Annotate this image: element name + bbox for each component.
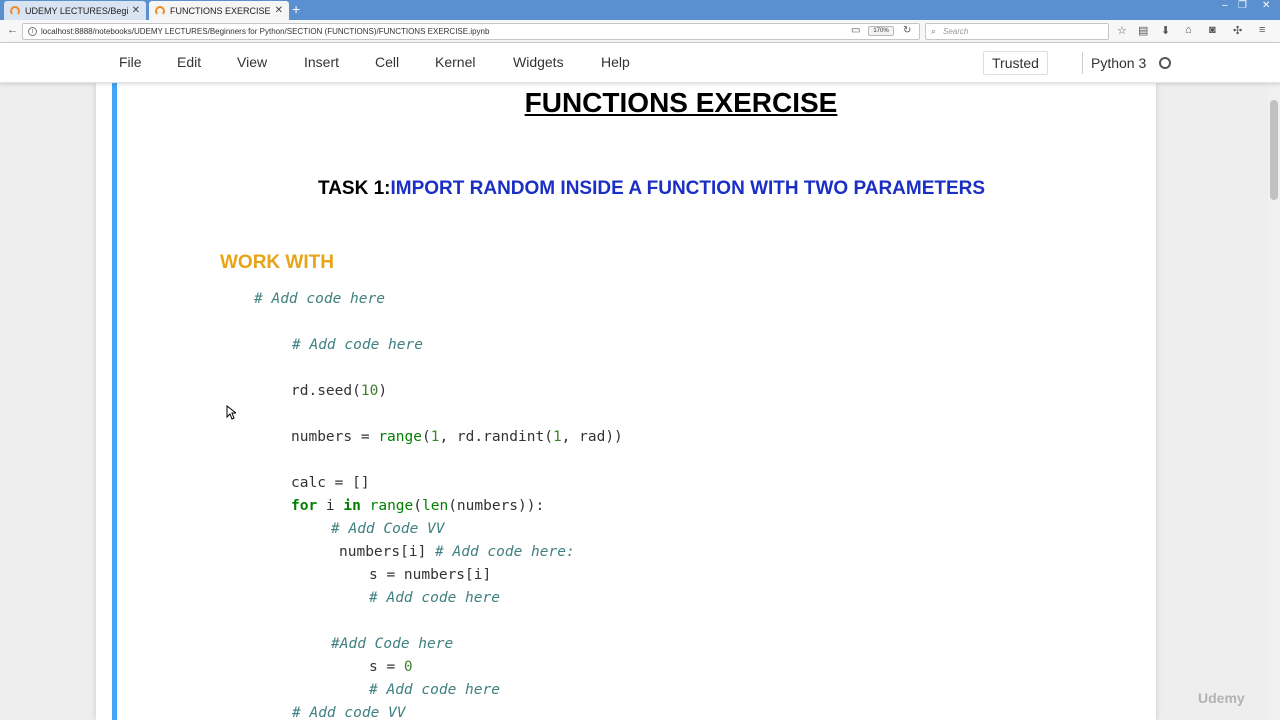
zoom-level-badge[interactable]: 170% (868, 26, 894, 36)
task-text: IMPORT RANDOM INSIDE A FUNCTION WITH TWO… (390, 178, 986, 199)
close-icon[interactable]: ✕ (275, 5, 283, 16)
udemy-watermark: Udemy (1198, 690, 1245, 706)
code-line[interactable]: # Add Code VV (331, 521, 445, 537)
code-line[interactable]: calc = [] (291, 475, 370, 491)
code-line[interactable]: rd.seed(10) (291, 383, 387, 399)
code-line[interactable]: #Add Code here (331, 636, 453, 652)
home-icon[interactable]: ⌂ (1185, 24, 1192, 36)
downloads-icon[interactable]: ⬇ (1161, 24, 1170, 37)
work-with-heading: WORK WITH (220, 252, 334, 273)
task-heading: TASK 1:IMPORT RANDOM INSIDE A FUNCTION W… (318, 178, 985, 200)
jupyter-favicon-icon (155, 5, 165, 16)
code-line[interactable]: for i in range(len(numbers)): (291, 498, 544, 514)
code-line[interactable]: # Add code here (292, 337, 423, 353)
menu-help[interactable]: Help (601, 54, 630, 70)
pocket-icon[interactable]: ◙ (1209, 24, 1216, 36)
kernel-idle-indicator-icon (1159, 57, 1171, 69)
hamburger-menu-icon[interactable]: ≡ (1259, 24, 1265, 36)
notebook-heading: FUNCTIONS EXERCISE (524, 87, 838, 118)
address-bar[interactable]: i localhost:8888/notebooks/UDEMY LECTURE… (22, 23, 920, 40)
code-line[interactable]: # Add code here (369, 682, 500, 698)
menu-widgets[interactable]: Widgets (513, 54, 564, 70)
reader-view-icon[interactable]: ▭ (851, 25, 860, 36)
code-line[interactable]: # Add code here (254, 291, 385, 307)
minimize-icon[interactable]: – (1222, 0, 1228, 11)
search-placeholder: Search (943, 27, 969, 36)
maximize-icon[interactable]: ❐ (1238, 0, 1247, 11)
extension-icon[interactable]: ✣ (1233, 24, 1242, 37)
browser-tab-lectures[interactable]: UDEMY LECTURES/Beginne ✕ (4, 1, 146, 20)
jupyter-menubar: File Edit View Insert Cell Kernel Widget… (0, 43, 1280, 83)
menu-kernel[interactable]: Kernel (435, 54, 475, 70)
browser-tab-bar: UDEMY LECTURES/Beginne ✕ FUNCTIONS EXERC… (0, 0, 1280, 20)
menu-view[interactable]: View (237, 54, 267, 70)
menu-edit[interactable]: Edit (177, 54, 201, 70)
code-line[interactable]: s = 0 (369, 659, 413, 675)
menu-insert[interactable]: Insert (304, 54, 339, 70)
bookmark-star-icon[interactable]: ☆ (1117, 24, 1127, 37)
selected-cell-indicator (112, 83, 117, 720)
browser-tab-functions-exercise[interactable]: FUNCTIONS EXERCISE ✕ (149, 1, 289, 20)
jupyter-favicon-icon (10, 5, 20, 16)
info-icon[interactable]: i (28, 27, 37, 36)
new-tab-plus-icon[interactable]: + (292, 1, 300, 18)
reload-icon[interactable]: ↻ (903, 25, 911, 36)
trusted-indicator[interactable]: Trusted (983, 51, 1048, 75)
code-line[interactable]: s = numbers[i] (369, 567, 491, 583)
code-line[interactable]: numbers = range(1, rd.randint(1, rad)) (291, 429, 623, 445)
kernel-separator (1082, 52, 1083, 74)
kernel-name[interactable]: Python 3 (1091, 55, 1146, 71)
search-box[interactable]: ⌕ Search (925, 23, 1109, 40)
browser-nav-bar: ← i localhost:8888/notebooks/UDEMY LECTU… (0, 20, 1280, 43)
menu-cell[interactable]: Cell (375, 54, 399, 70)
code-line[interactable]: numbers[i] # Add code here: (339, 544, 575, 560)
scrollbar-thumb[interactable] (1270, 100, 1278, 200)
bookmarks-list-icon[interactable]: ▤ (1138, 24, 1148, 37)
url-text: localhost:8888/notebooks/UDEMY LECTURES/… (41, 27, 490, 36)
back-arrow-icon[interactable]: ← (7, 24, 18, 36)
tab-label: UDEMY LECTURES/Beginne (25, 5, 128, 16)
code-line[interactable]: # Add code here (369, 590, 500, 606)
code-line[interactable]: # Add code VV (292, 705, 406, 720)
mouse-cursor-icon (226, 405, 236, 420)
close-icon[interactable]: ✕ (132, 5, 140, 16)
menu-file[interactable]: File (119, 54, 142, 70)
notebook-container: FUNCTIONS EXERCISE TASK 1:IMPORT RANDOM … (96, 83, 1156, 720)
task-prefix: TASK 1: (318, 178, 391, 199)
search-icon: ⌕ (931, 26, 937, 36)
window-close-icon[interactable]: ✕ (1262, 0, 1270, 11)
tab-label: FUNCTIONS EXERCISE (170, 5, 271, 16)
